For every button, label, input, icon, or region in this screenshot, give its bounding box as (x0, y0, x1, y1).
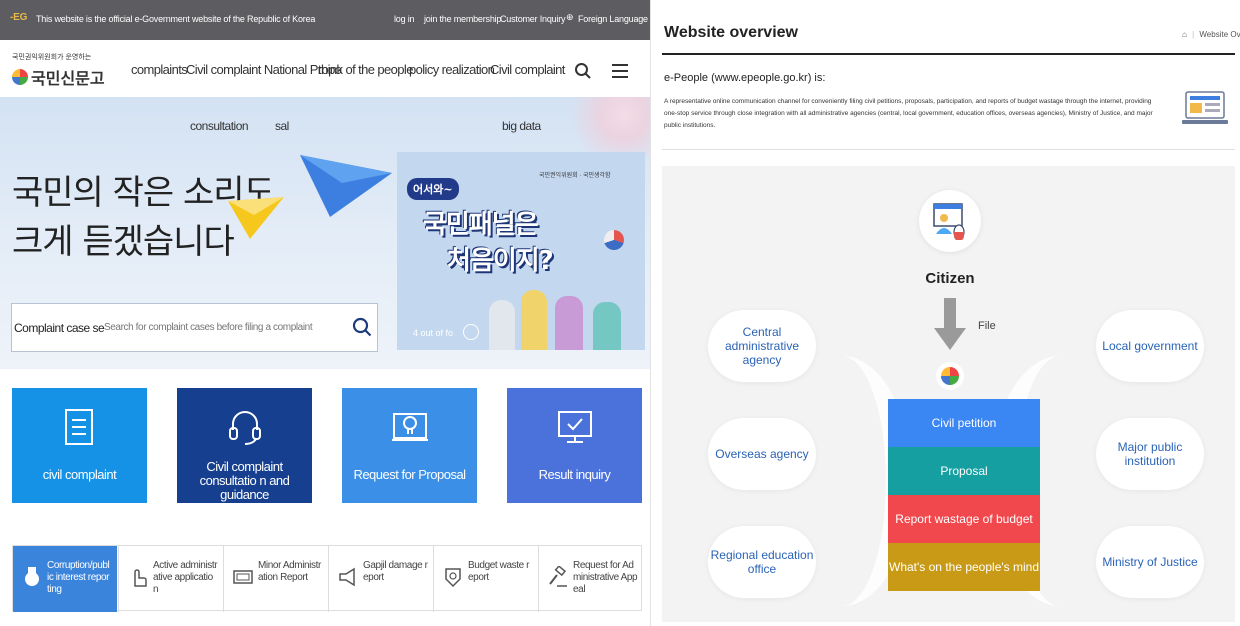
paper-plane-yellow-icon (228, 197, 284, 239)
service-civil-petition: Civil petition (888, 399, 1040, 447)
monitor-check-icon (558, 411, 592, 443)
pause-button[interactable] (463, 324, 479, 340)
shortcut-label: Active administr ative applicatio n (153, 560, 218, 595)
search-icon[interactable] (574, 62, 592, 80)
shortcut-minor-administration[interactable]: Minor Administr ation Report (223, 546, 327, 612)
page-title: Website overview (664, 24, 798, 41)
service-peoples-mind: What's on the people's mind (888, 543, 1040, 591)
breadcrumb-current: Website Overview (1199, 30, 1240, 39)
megaphone-icon (337, 566, 359, 588)
service-proposal: Proposal (888, 447, 1040, 495)
website-overview-page: Website overview ⌂ | Website Overview e-… (652, 0, 1240, 626)
shortcut-corruption-report[interactable]: Corruption/publ ic interest repor ting (13, 546, 117, 612)
intro-description: A representative online communication ch… (664, 98, 1153, 129)
banner-headline-2: 처음이지? (447, 246, 554, 276)
lightbulb-icon (392, 413, 428, 441)
shortcut-label: Corruption/publ ic interest repor ting (47, 560, 110, 595)
logo-title: 국민신문고 (31, 71, 105, 88)
citizen-label: Citizen (925, 270, 975, 287)
foreign-language-link[interactable]: Foreign Language (578, 14, 648, 24)
nav-civil-complaint[interactable]: Civil complaint (490, 62, 565, 77)
tile-consultation-guidance[interactable]: Civil complaint consultatio n and guidan… (177, 388, 312, 503)
report-shortcut-strip: Corruption/publ ic interest repor ting A… (12, 545, 642, 612)
service-report-budget-wastage: Report wastage of budget (888, 495, 1040, 543)
tile-request-for-proposal[interactable]: Request for Proposal (342, 388, 477, 503)
logo-subtitle: 국민권익위원회가 운영하는 (12, 54, 92, 61)
paper-plane-blue-icon (300, 155, 392, 217)
nav-think-of-the-people[interactable]: think of the people (318, 62, 413, 77)
shortcut-active-administration[interactable]: Active administr ative applicatio n (118, 546, 222, 612)
globe-icon: ⊕ (566, 12, 574, 22)
main-navigation: 국민권익위원회가 운영하는 국민신문고 complaints Civil com… (0, 40, 650, 97)
search-submit-icon[interactable] (352, 317, 372, 337)
shortcut-label: Request for Ad ministrative App eal (573, 560, 638, 595)
top-utility-bar: -EG This website is the official e-Gover… (0, 0, 650, 40)
screen-icon (232, 566, 254, 588)
customer-inquiry-link[interactable]: Customer Inquiry (500, 14, 566, 24)
slogan-line-2: 크게 듣겠습니다 (12, 222, 235, 262)
nav-complaints[interactable]: complaints (131, 62, 188, 77)
promo-banner[interactable]: 국민권익위원회 · 국민생각함 어서와~ 국민패널은 처음이지? 4 out o… (397, 152, 645, 350)
pie-chart-icon (604, 230, 624, 250)
node-central-administrative-agency: Central administrative agency (708, 310, 816, 382)
node-major-public-institution: Major public institution (1096, 418, 1204, 490)
banner-people-illustration (489, 280, 639, 350)
intro-heading: e-People (www.epeople.go.kr) is: (664, 72, 826, 84)
epeople-homepage: -EG This website is the official e-Gover… (0, 0, 651, 626)
egov-logo-icon: -EG (10, 12, 28, 23)
badge-icon (442, 566, 464, 588)
shortcut-administrative-appeal[interactable]: Request for Ad ministrative App eal (538, 546, 642, 612)
shortcut-budget-waste[interactable]: Budget waste r eport (433, 546, 537, 612)
home-icon[interactable]: ⌂ (1182, 30, 1187, 39)
headset-icon (229, 411, 261, 445)
subnav-consultation[interactable]: consultation (190, 119, 249, 133)
site-logo[interactable]: 국민권익위원회가 운영하는 국민신문고 (12, 52, 112, 88)
egov-notice: This website is the official e-Governmen… (36, 14, 316, 24)
medal-icon (21, 566, 43, 588)
join-membership-link[interactable]: join the membership (424, 14, 501, 24)
shortcut-label: Minor Administr ation Report (258, 560, 321, 583)
tile-label: Request for Proposal (353, 467, 466, 482)
nav-policy-realization[interactable]: policy realization (409, 62, 495, 77)
subnav-big-data[interactable]: big data (502, 119, 541, 133)
node-ministry-of-justice: Ministry of Justice (1096, 526, 1204, 598)
search-label: Complaint case se (14, 321, 105, 335)
hand-pointer-icon (127, 566, 149, 588)
intro-divider (662, 149, 1235, 150)
node-local-government: Local government (1096, 310, 1204, 382)
node-regional-education-office: Regional education office (708, 526, 816, 598)
complaint-case-search[interactable]: Complaint case se Search for complaint c… (11, 303, 378, 352)
file-arrow-icon (934, 298, 966, 350)
node-overseas-agency: Overseas agency (708, 418, 816, 490)
banner-badge: 어서와~ (407, 178, 459, 200)
tile-label: Result inquiry (538, 467, 611, 482)
login-link[interactable]: log in (394, 14, 415, 24)
cherry-blossom-decoration (560, 97, 650, 157)
tile-result-inquiry[interactable]: Result inquiry (507, 388, 642, 503)
shortcut-label: Budget waste r eport (468, 560, 530, 583)
gavel-icon (547, 565, 569, 588)
shortcut-label: Gapjil damage r eport (363, 560, 428, 583)
document-icon (65, 409, 93, 445)
tile-label: Civil complaint consultatio n and guidan… (199, 459, 290, 502)
banner-pager[interactable]: 4 out of fo (413, 328, 453, 338)
shortcut-gapjil-damage[interactable]: Gapjil damage r eport (328, 546, 432, 612)
search-input[interactable]: Search for complaint cases before filing… (104, 322, 313, 333)
tile-label: civil complaint (42, 467, 117, 482)
banner-org-label: 국민권익위원회 · 국민생각함 (539, 173, 611, 179)
citizen-icon (919, 190, 981, 252)
service-diagram: Citizen File Central administrative agen… (662, 166, 1235, 622)
tile-civil-complaint[interactable]: civil complaint (12, 388, 147, 503)
banner-headline-1: 국민패널은 (423, 210, 539, 240)
breadcrumb: ⌂ | Website Overview (1182, 30, 1240, 39)
subnav-sal[interactable]: sal (275, 119, 289, 133)
epeople-logo-icon (936, 362, 964, 390)
file-label: File (978, 320, 996, 332)
computer-illustration-icon (1180, 86, 1230, 132)
hamburger-menu-icon[interactable] (612, 64, 628, 78)
logo-flower-icon (12, 69, 28, 85)
title-divider (662, 53, 1235, 55)
